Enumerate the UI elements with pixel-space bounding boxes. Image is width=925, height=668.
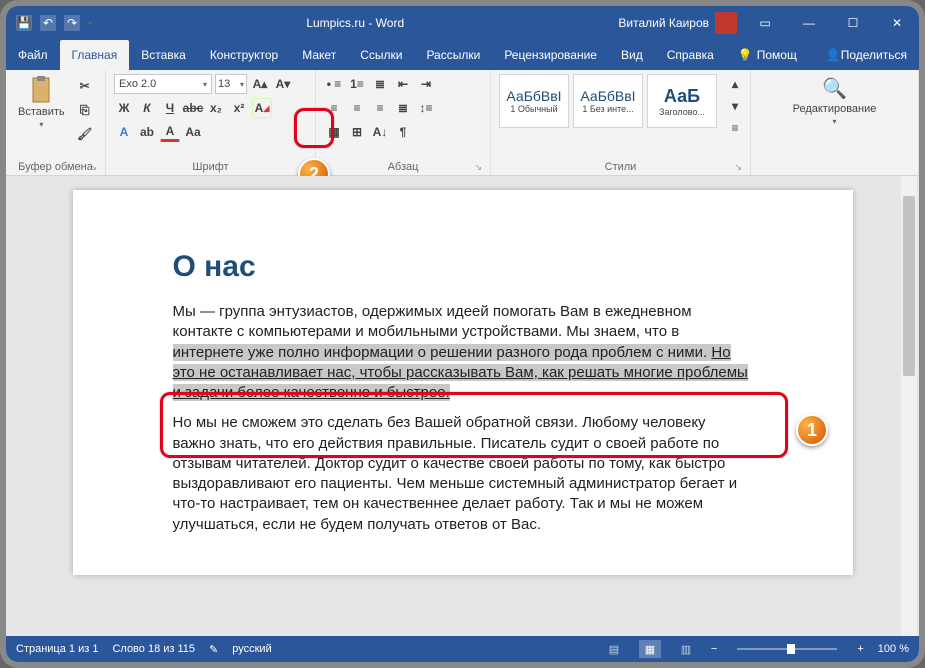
zoom-slider[interactable]: [737, 648, 837, 650]
sort-icon[interactable]: A↓: [370, 122, 390, 142]
shading-icon[interactable]: ▦: [324, 122, 344, 142]
shrink-font-icon[interactable]: A▾: [273, 74, 293, 94]
tab-view[interactable]: Вид: [609, 40, 655, 70]
clipboard-icon: [27, 76, 55, 104]
line-spacing-icon[interactable]: ↕≡: [416, 98, 436, 118]
web-layout-icon[interactable]: ▥: [675, 640, 697, 658]
clear-formatting-button[interactable]: A◢: [252, 98, 272, 118]
style-heading1[interactable]: АаБЗаголово...: [647, 74, 717, 128]
status-words[interactable]: Слово 18 из 115: [112, 643, 195, 655]
styles-more[interactable]: ≡: [725, 118, 745, 138]
italic-button[interactable]: К: [137, 98, 157, 118]
share-button[interactable]: 👤 Поделиться: [814, 40, 919, 70]
page[interactable]: О нас Мы — группа энтузиастов, одержимых…: [73, 190, 853, 575]
ribbon-display-options[interactable]: ▭: [743, 6, 787, 40]
style-normal[interactable]: АаБбВвІ1 Обычный: [499, 74, 569, 128]
vertical-scrollbar[interactable]: [901, 176, 917, 636]
font-name-combo[interactable]: Exo 2.0▾: [114, 74, 212, 94]
ribbon: Вставить ▾ ✂ ⎘ 🖌 Буфер обмена↘ Exo 2.0▾ …: [6, 70, 919, 176]
read-mode-icon[interactable]: ▤: [603, 640, 625, 658]
multilevel-list-icon[interactable]: ≣: [370, 74, 390, 94]
strikethrough-button[interactable]: abc: [183, 98, 203, 118]
zoom-in-button[interactable]: +: [857, 643, 863, 655]
change-case-icon[interactable]: Aa: [183, 122, 203, 142]
style-no-spacing[interactable]: АаБбВвІ1 Без инте...: [573, 74, 643, 128]
paste-button[interactable]: Вставить ▾: [14, 74, 69, 131]
selected-text-plain[interactable]: интернете уже полно информации о решении…: [173, 344, 712, 361]
styles-scroll-down[interactable]: ▾: [725, 96, 745, 116]
show-marks-icon[interactable]: ¶: [393, 122, 413, 142]
window-title: Lumpics.ru - Word: [92, 16, 618, 30]
doc-paragraph-2: Но мы не сможем это сделать без Вашей об…: [173, 413, 753, 535]
styles-gallery[interactable]: АаБбВвІ1 Обычный АаБбВвІ1 Без инте... Аа…: [499, 74, 717, 128]
callout-1: 1: [796, 414, 828, 446]
status-bar: Страница 1 из 1 Слово 18 из 115 ✎ русски…: [6, 636, 919, 662]
copy-icon[interactable]: ⎘: [75, 100, 95, 120]
text-effects-icon[interactable]: A: [114, 122, 134, 142]
numbering-icon[interactable]: 1≡: [347, 74, 367, 94]
user-name[interactable]: Виталий Каиров: [618, 16, 709, 30]
tab-tellme[interactable]: 💡Помощ: [726, 40, 809, 70]
align-center-icon[interactable]: ≡: [347, 98, 367, 118]
zoom-out-button[interactable]: −: [711, 643, 717, 655]
print-layout-icon[interactable]: ▦: [639, 640, 661, 658]
tab-file[interactable]: Файл: [6, 40, 60, 70]
font-size-combo[interactable]: 13▾: [215, 74, 247, 94]
document-area[interactable]: О нас Мы — группа энтузиастов, одержимых…: [6, 176, 919, 636]
tab-layout[interactable]: Макет: [290, 40, 348, 70]
autosave-icon[interactable]: 💾: [16, 15, 32, 31]
grow-font-icon[interactable]: A▴: [250, 74, 270, 94]
borders-icon[interactable]: ⊞: [347, 122, 367, 142]
search-icon: 🔍: [822, 76, 847, 101]
status-language[interactable]: русский: [232, 643, 271, 655]
clipboard-dialog-icon[interactable]: ↘: [89, 162, 97, 173]
undo-icon[interactable]: ↶: [40, 15, 56, 31]
zoom-level[interactable]: 100 %: [878, 643, 909, 655]
tab-references[interactable]: Ссылки: [348, 40, 414, 70]
paragraph-dialog-icon[interactable]: ↘: [474, 162, 482, 173]
bulb-icon: 💡: [738, 48, 753, 62]
bullets-icon[interactable]: • ≡: [324, 74, 344, 94]
tab-mailings[interactable]: Рассылки: [414, 40, 492, 70]
subscript-button[interactable]: x₂: [206, 98, 226, 118]
doc-heading: О нас: [173, 250, 753, 284]
editing-dropdown[interactable]: 🔍 Редактирование ▾: [789, 74, 881, 128]
underline-button[interactable]: Ч: [160, 98, 180, 118]
superscript-button[interactable]: x²: [229, 98, 249, 118]
font-color-icon[interactable]: A: [160, 122, 180, 142]
styles-scroll-up[interactable]: ▴: [725, 74, 745, 94]
tab-help[interactable]: Справка: [655, 40, 726, 70]
doc-paragraph-1: Мы — группа энтузиастов, одержимых идеей…: [173, 302, 753, 403]
decrease-indent-icon[interactable]: ⇤: [393, 74, 413, 94]
close-button[interactable]: ✕: [875, 6, 919, 40]
tab-review[interactable]: Рецензирование: [492, 40, 609, 70]
redo-icon[interactable]: ↷: [64, 15, 80, 31]
proofing-icon[interactable]: ✎: [209, 643, 218, 656]
bold-button[interactable]: Ж: [114, 98, 134, 118]
cut-icon[interactable]: ✂: [75, 76, 95, 96]
tab-insert[interactable]: Вставка: [129, 40, 198, 70]
minimize-button[interactable]: —: [787, 6, 831, 40]
tab-home[interactable]: Главная: [60, 40, 130, 70]
increase-indent-icon[interactable]: ⇥: [416, 74, 436, 94]
styles-dialog-icon[interactable]: ↘: [734, 162, 742, 173]
format-painter-icon[interactable]: 🖌: [75, 124, 95, 144]
scrollbar-thumb[interactable]: [903, 196, 915, 376]
status-page[interactable]: Страница 1 из 1: [16, 643, 98, 655]
maximize-button[interactable]: ☐: [831, 6, 875, 40]
justify-icon[interactable]: ≣: [393, 98, 413, 118]
align-right-icon[interactable]: ≡: [370, 98, 390, 118]
ribbon-tabs: Файл Главная Вставка Конструктор Макет С…: [6, 40, 919, 70]
title-bar: 💾 ↶ ↷ ▾ Lumpics.ru - Word Виталий Каиров…: [6, 6, 919, 40]
tab-design[interactable]: Конструктор: [198, 40, 290, 70]
highlight-color-icon[interactable]: ab: [137, 122, 157, 142]
align-left-icon[interactable]: ≡: [324, 98, 344, 118]
avatar[interactable]: [715, 12, 737, 34]
